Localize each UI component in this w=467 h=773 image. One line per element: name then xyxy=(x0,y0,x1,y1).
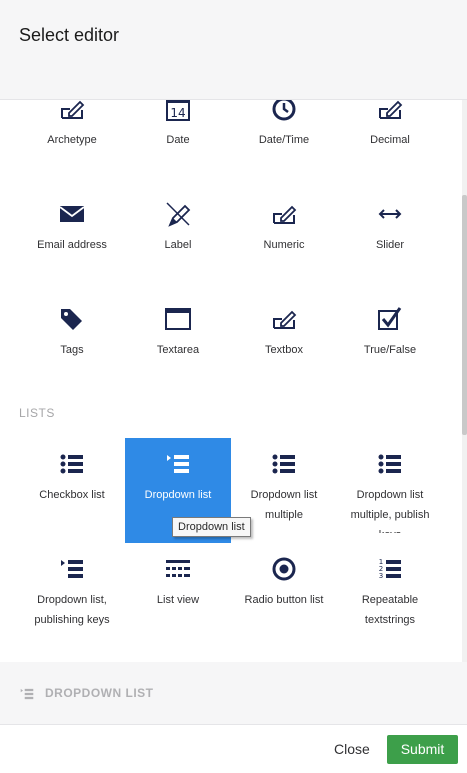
pencil-square-icon xyxy=(19,100,125,123)
dropdown-list-icon xyxy=(19,555,125,583)
arrows-horizontal-icon xyxy=(337,200,443,228)
editor-tile-label: Date xyxy=(166,134,190,146)
editor-tile-dropdown-list-publishing-keys[interactable]: Dropdown list, publishing keys xyxy=(19,543,125,648)
pencil-square-icon xyxy=(231,200,337,228)
editor-tile-label-editor[interactable]: Label xyxy=(125,188,231,293)
editor-tile-label: Email address xyxy=(37,239,107,251)
tags-icon xyxy=(19,305,125,333)
svg-text:14: 14 xyxy=(170,106,185,120)
editor-tile-label: Date/Time xyxy=(258,134,310,146)
close-button[interactable]: Close xyxy=(328,736,376,763)
selected-editor-label: DROPDOWN LIST xyxy=(45,686,154,700)
editor-tile-textbox[interactable]: Textbox xyxy=(231,293,337,398)
bulleted-list-icon xyxy=(337,450,443,478)
editor-row-three: Tags Textarea Textbox True/False xyxy=(19,293,443,398)
editor-tile-label: Dropdown list multiple, publish keys xyxy=(350,489,430,533)
svg-text:3: 3 xyxy=(379,572,383,580)
editor-tile-label: Tags xyxy=(60,344,84,356)
editor-tile-label: Slider xyxy=(375,239,405,251)
editor-tile-tags[interactable]: Tags xyxy=(19,293,125,398)
editor-tile-checkbox-list[interactable]: Checkbox list xyxy=(19,438,125,543)
calendar-icon: 14 xyxy=(125,100,231,123)
radio-icon xyxy=(231,555,337,583)
dialog-footer: Close Submit xyxy=(0,724,467,773)
numbered-list-icon: 123 xyxy=(337,555,443,583)
envelope-icon xyxy=(19,200,125,228)
lists-section-title: LISTS xyxy=(19,406,55,420)
tooltip: Dropdown list xyxy=(172,517,251,537)
bulleted-list-icon xyxy=(231,450,337,478)
checkbox-icon xyxy=(337,305,443,333)
editor-tile-slider[interactable]: Slider xyxy=(337,188,443,293)
dropdown-list-icon xyxy=(125,450,231,478)
editor-tile-label: True/False xyxy=(363,344,417,356)
editor-tile-datetime[interactable]: Date/Time xyxy=(231,100,337,188)
editor-tile-label: Dropdown list xyxy=(144,489,212,501)
editor-tile-textarea[interactable]: Textarea xyxy=(125,293,231,398)
window-icon xyxy=(125,305,231,333)
list-view-icon xyxy=(125,555,231,583)
editor-tile-label: Numeric xyxy=(263,239,305,251)
editor-tile-label: Archetype xyxy=(47,134,97,146)
editor-tile-list-view[interactable]: List view xyxy=(125,543,231,648)
editor-picker-content[interactable]: Archetype 14 Date Date/Time Decimal Emai… xyxy=(0,100,462,662)
dropdown-list-icon xyxy=(20,688,34,700)
pen-icon xyxy=(125,200,231,228)
editor-tile-label: List view xyxy=(156,594,200,606)
editor-tile-repeatable-textstrings[interactable]: 123 Repeatable textstrings xyxy=(337,543,443,648)
pencil-square-icon xyxy=(231,305,337,333)
editor-tile-label: Dropdown list, publishing keys xyxy=(34,594,110,626)
dialog-title: Select editor xyxy=(19,25,120,45)
editor-tile-archetype[interactable]: Archetype xyxy=(19,100,125,188)
editor-tile-label: Textbox xyxy=(265,344,303,356)
editor-row-two: Email address Label Numeric Slider xyxy=(19,188,443,293)
editor-tile-label: Decimal xyxy=(370,134,410,146)
editor-tile-true-false[interactable]: True/False xyxy=(337,293,443,398)
bulleted-list-icon xyxy=(19,450,125,478)
editor-tile-label: Radio button list xyxy=(244,594,324,606)
editor-tile-dropdown-list-multiple-publish-keys[interactable]: Dropdown list multiple, publish keys xyxy=(337,438,443,543)
submit-button[interactable]: Submit xyxy=(387,735,458,764)
editor-tile-decimal[interactable]: Decimal xyxy=(337,100,443,188)
lists-row-two: Dropdown list, publishing keys List view… xyxy=(19,543,443,648)
editor-tile-numeric[interactable]: Numeric xyxy=(231,188,337,293)
clock-icon xyxy=(231,100,337,123)
selected-editor-bar: DROPDOWN LIST xyxy=(0,662,467,724)
editor-row-top: Archetype 14 Date Date/Time Decimal xyxy=(19,100,443,188)
editor-tile-label: Repeatable textstrings xyxy=(361,594,419,626)
editor-tile-email-address[interactable]: Email address xyxy=(19,188,125,293)
dialog-header: Select editor xyxy=(0,0,467,100)
scrollbar-thumb[interactable] xyxy=(462,195,467,435)
editor-tile-label: Label xyxy=(164,239,192,251)
pencil-square-icon xyxy=(337,100,443,123)
editor-tile-date[interactable]: 14 Date xyxy=(125,100,231,188)
editor-tile-radio-button-list[interactable]: Radio button list xyxy=(231,543,337,648)
editor-tile-label: Checkbox list xyxy=(39,489,105,501)
editor-tile-label: Textarea xyxy=(156,344,200,356)
